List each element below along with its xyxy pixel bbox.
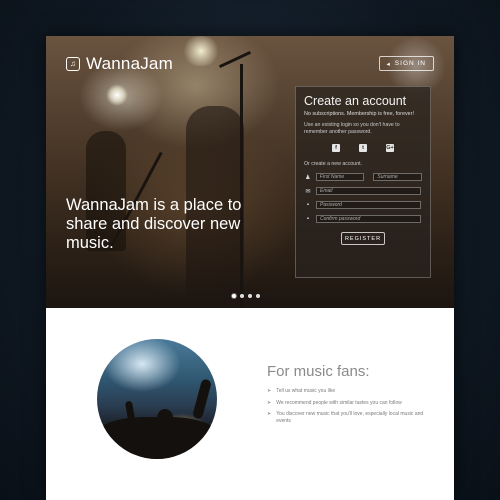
hero-banner: ♫ WannaJam ◂ SIGN IN WannaJam is a place… <box>46 36 454 308</box>
register-title: Create an account <box>304 94 407 108</box>
arrow-icon: ➤ <box>267 388 272 394</box>
fans-benefits-list: ➤ Tell us what music you like ➤ We recomme… <box>267 388 437 424</box>
concert-crowd-image <box>97 339 217 459</box>
list-item: ➤ You discover new music that you'll love… <box>267 411 437 424</box>
list-item-text: We recommend people with similar tastes … <box>276 399 402 406</box>
hero-tagline: WannaJam is a place to share and discove… <box>66 196 242 252</box>
user-icon: ♟ <box>305 174 311 181</box>
social-login-buttons: f t G+ <box>304 144 422 152</box>
create-new-account-note: Or create a new account. <box>304 161 362 167</box>
signin-label: SIGN IN <box>394 60 426 67</box>
lock-icon: ▪ <box>306 202 310 208</box>
carousel-dot[interactable] <box>232 294 236 298</box>
password-field[interactable]: Password <box>316 201 421 209</box>
fans-section: For music fans: ➤ Tell us what music you … <box>267 363 437 429</box>
carousel-dots <box>232 294 260 298</box>
music-note-icon: ♫ <box>66 57 80 71</box>
confirm-password-row: ▪ Confirm password <box>304 215 422 223</box>
landing-page: ♫ WannaJam ◂ SIGN IN WannaJam is a place… <box>46 36 454 500</box>
twitter-icon[interactable]: t <box>359 144 367 152</box>
password-row: ▪ Password <box>304 201 422 209</box>
register-subtitle: No subscriptions. Membership is free, fo… <box>304 111 414 117</box>
facebook-icon[interactable]: f <box>332 144 340 152</box>
crowd-silhouette <box>97 417 217 459</box>
name-row: ♟ First Name Surname <box>304 173 422 181</box>
mic-stand <box>240 64 243 308</box>
lock-icon: ▪ <box>306 216 310 222</box>
arrow-icon: ➤ <box>267 399 272 406</box>
google-plus-icon[interactable]: G+ <box>386 144 394 152</box>
signin-button[interactable]: ◂ SIGN IN <box>378 56 434 71</box>
first-name-field[interactable]: First Name <box>315 173 365 181</box>
email-row: ✉ Email <box>304 187 422 195</box>
stage-light <box>106 84 128 106</box>
surname-field[interactable]: Surname <box>373 173 422 181</box>
carousel-dot[interactable] <box>248 294 252 298</box>
fans-title: For music fans: <box>267 363 370 380</box>
carousel-dot[interactable] <box>256 294 260 298</box>
carousel-dot[interactable] <box>240 294 244 298</box>
brand-logo[interactable]: ♫ WannaJam <box>66 54 173 74</box>
social-login-note: Use an existing login so you don't have … <box>304 122 400 135</box>
arrow-icon: ➤ <box>267 411 272 417</box>
raised-arm <box>191 378 213 420</box>
mic-boom <box>218 50 252 69</box>
head-silhouette <box>157 409 173 427</box>
brand-name: WannaJam <box>86 54 173 73</box>
email-field[interactable]: Email <box>316 187 421 195</box>
list-item: ➤ Tell us what music you like <box>267 388 437 395</box>
enter-icon: ◂ <box>386 60 391 68</box>
list-item-text: You discover new music that you'll love,… <box>276 411 424 424</box>
register-panel: Create an account No subscriptions. Memb… <box>295 86 431 278</box>
list-item-text: Tell us what music you like <box>276 388 336 394</box>
register-button[interactable]: REGISTER <box>341 232 385 245</box>
stage-light <box>181 36 221 66</box>
list-item: ➤ We recommend people with similar tastes… <box>267 400 437 407</box>
envelope-icon: ✉ <box>305 188 311 195</box>
confirm-password-field[interactable]: Confirm password <box>316 215 421 223</box>
